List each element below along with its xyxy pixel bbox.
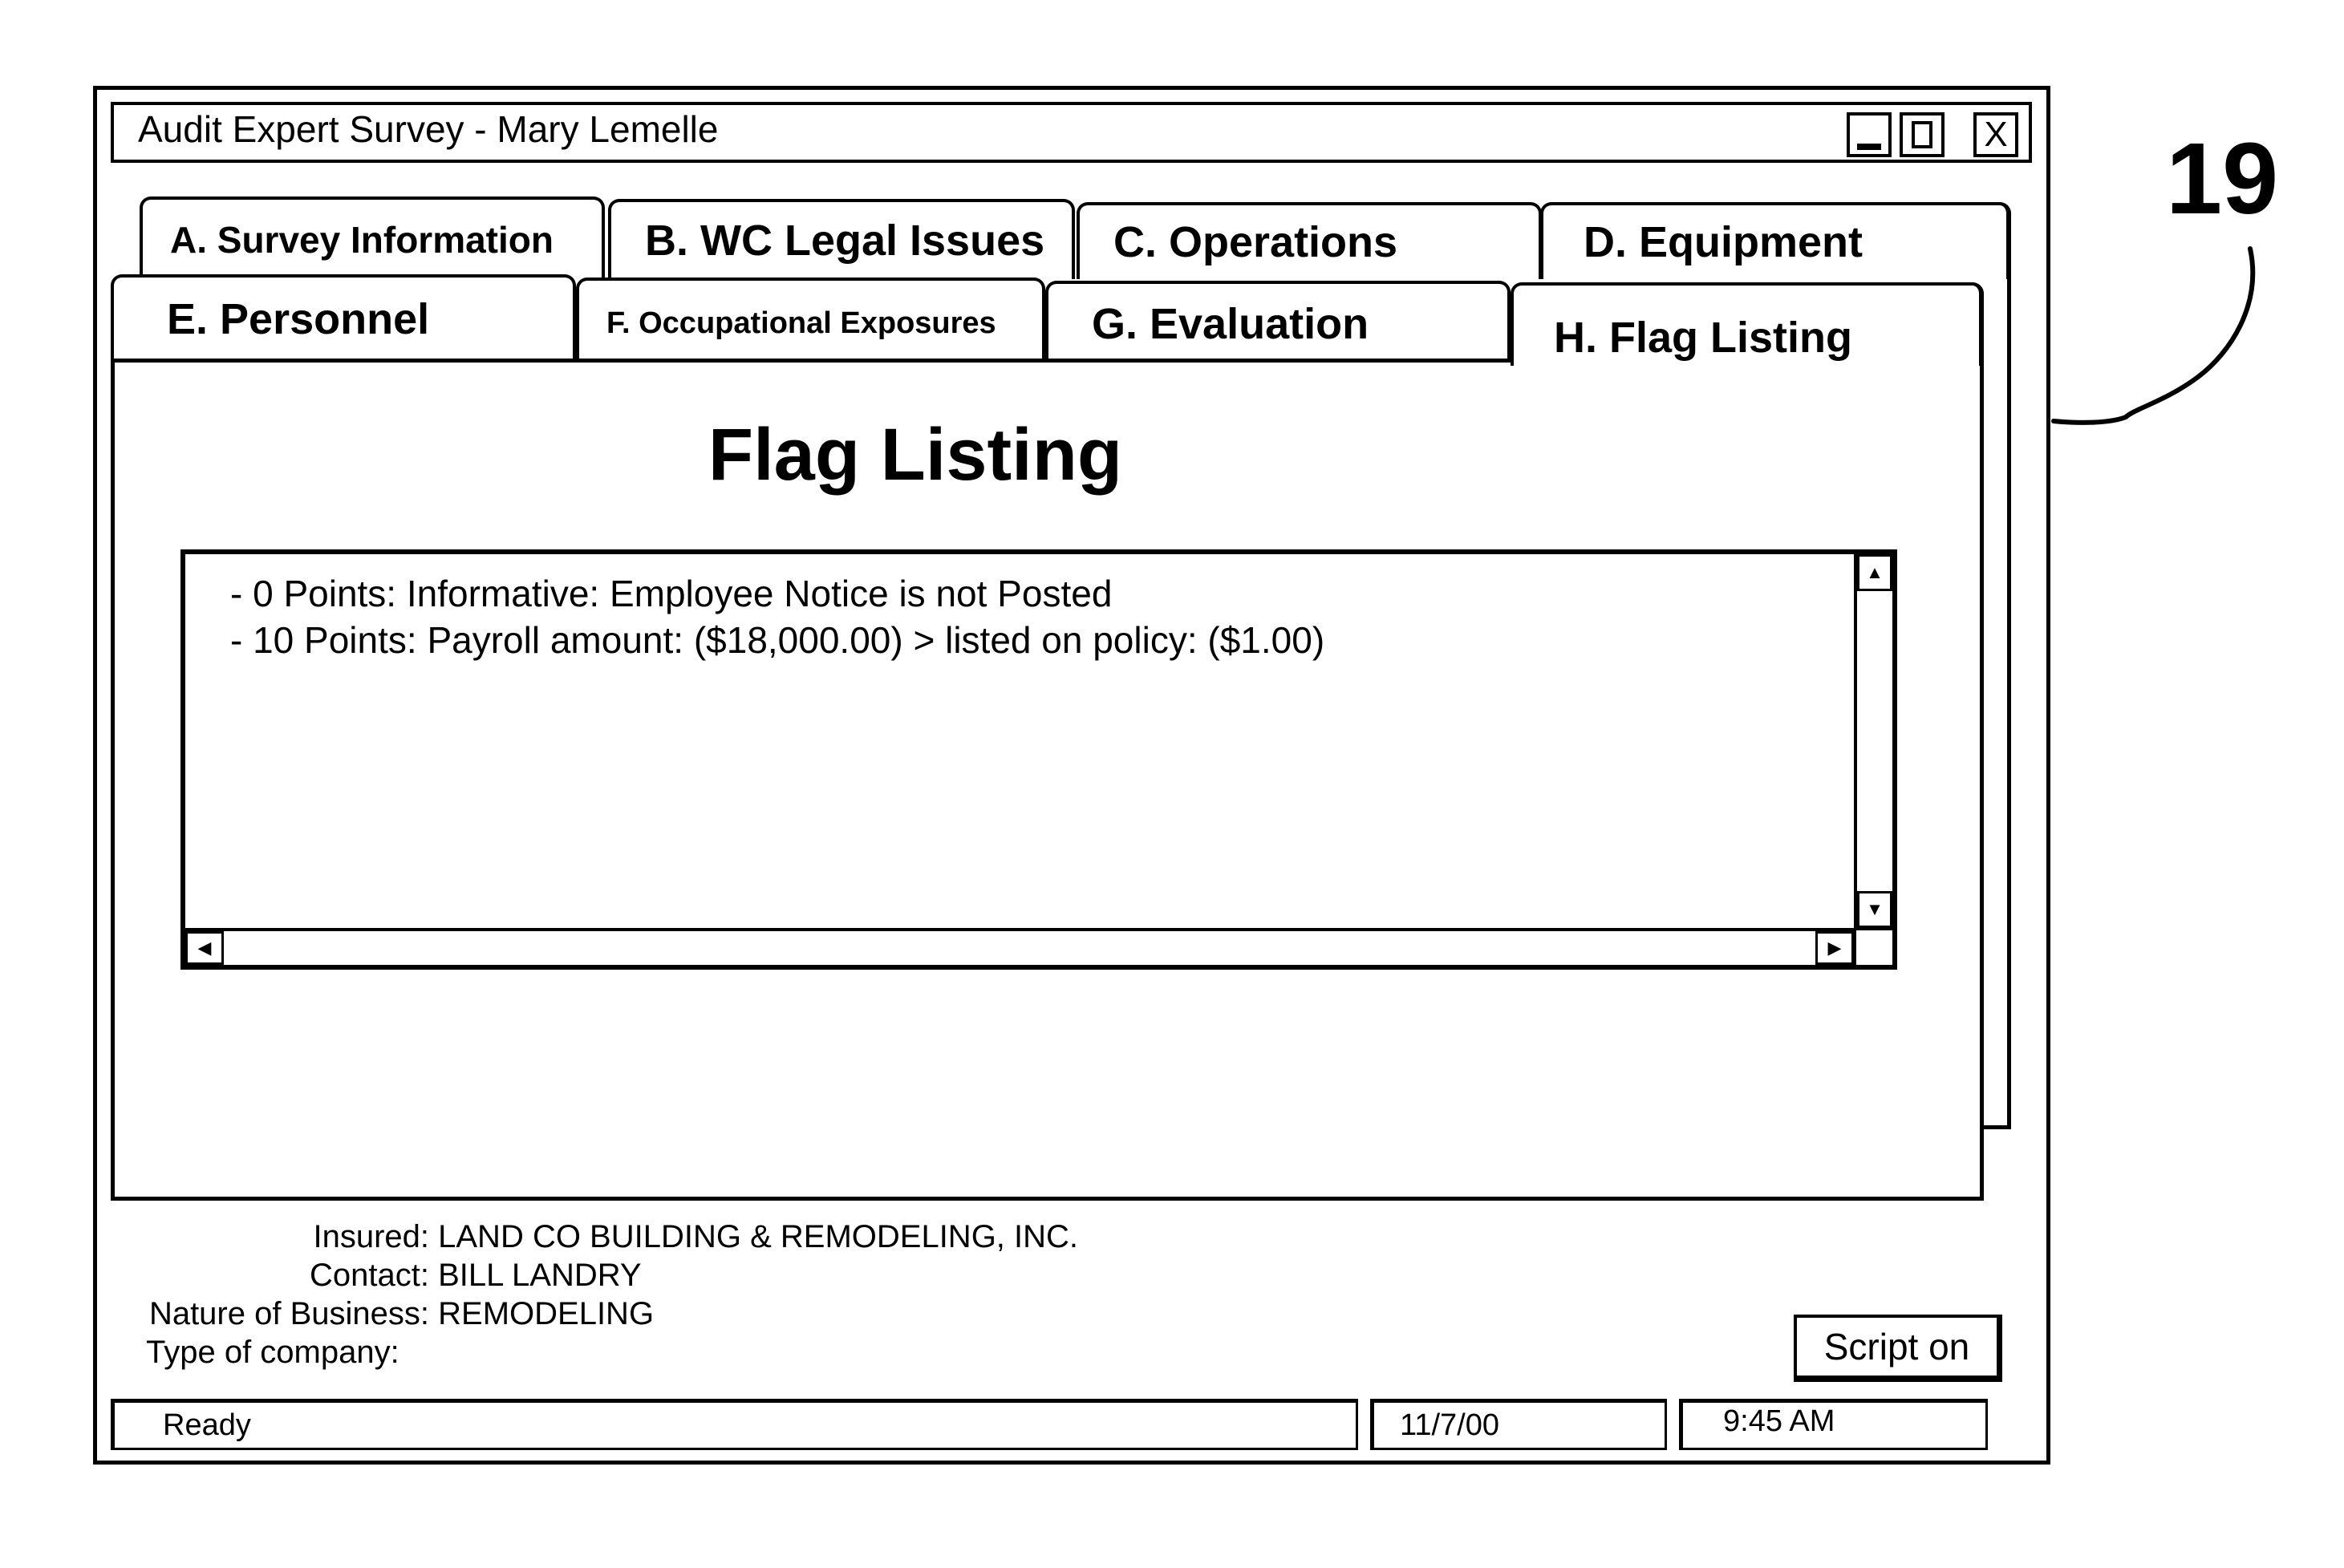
tab-label: E. Personnel <box>167 294 430 343</box>
maximize-icon <box>1912 121 1932 148</box>
contact-label: Contact: <box>310 1258 429 1293</box>
insured-value: LAND CO BUILDING & REMODELING, INC. <box>438 1219 1079 1254</box>
status-text: Ready <box>111 1399 1358 1450</box>
reference-numeral: 19 <box>2166 122 2279 235</box>
page-title: Flag Listing <box>708 414 1123 496</box>
list-item[interactable]: - 10 Points: Payroll amount: ($18,000.00… <box>230 617 1324 663</box>
type-label: Type of company: <box>146 1335 399 1370</box>
panel-top-border <box>111 359 1515 363</box>
tab-personnel[interactable]: E. Personnel <box>111 274 576 360</box>
list-item[interactable]: - 0 Points: Informative: Employee Notice… <box>230 570 1324 617</box>
arrow-up-icon: ▲ <box>1866 562 1884 582</box>
close-icon: X <box>1984 115 2008 154</box>
close-button[interactable]: X <box>1973 112 2018 157</box>
vertical-scrollbar[interactable]: ▲ ▼ <box>1854 554 1892 928</box>
nature-value: REMODELING <box>438 1296 655 1331</box>
nature-label: Nature of Business: <box>148 1296 429 1331</box>
insured-row: Insured: LAND CO BUILDING & REMODELING, … <box>112 1218 1078 1256</box>
horizontal-scrollbar[interactable]: ◀ ▶ <box>185 928 1854 965</box>
flag-list-items: - 0 Points: Informative: Employee Notice… <box>230 570 1324 663</box>
tab-occupational-exposures[interactable]: F. Occupational Exposures <box>576 278 1045 360</box>
scroll-down-button[interactable]: ▼ <box>1857 891 1892 928</box>
insured-label: Insured: <box>313 1219 429 1254</box>
tab-survey-information[interactable]: A. Survey Information <box>140 197 605 280</box>
tab-label: F. Occupational Exposures <box>606 306 996 340</box>
tab-evaluation[interactable]: G. Evaluation <box>1045 281 1511 364</box>
script-on-button[interactable]: Script on <box>1794 1315 2002 1382</box>
scroll-right-button[interactable]: ▶ <box>1815 931 1854 965</box>
arrow-right-icon: ▶ <box>1827 938 1842 958</box>
scroll-left-button[interactable]: ◀ <box>185 931 224 965</box>
type-row: Type of company: <box>112 1333 467 1371</box>
status-date: 11/7/00 <box>1370 1399 1667 1450</box>
tab-equipment[interactable]: D. Equipment <box>1540 202 2011 279</box>
tab-label: D. Equipment <box>1584 218 1863 266</box>
nature-row: Nature of Business: REMODELING <box>112 1295 654 1333</box>
reference-leader-line <box>2051 246 2256 425</box>
window-title: Audit Expert Survey - Mary Lemelle <box>138 108 719 150</box>
tab-wc-legal-issues[interactable]: B. WC Legal Issues <box>608 199 1075 279</box>
arrow-down-icon: ▼ <box>1866 899 1884 919</box>
status-time: 9:45 AM <box>1679 1399 1988 1450</box>
minimize-icon <box>1857 144 1881 150</box>
arrow-left-icon: ◀ <box>197 938 212 958</box>
contact-row: Contact: BILL LANDRY <box>112 1256 642 1295</box>
tab-label: B. WC Legal Issues <box>645 217 1045 265</box>
maximize-button[interactable] <box>1900 112 1945 157</box>
tab-label: G. Evaluation <box>1092 300 1369 348</box>
tab-operations[interactable]: C. Operations <box>1077 202 1542 279</box>
scroll-up-button[interactable]: ▲ <box>1857 554 1892 591</box>
flag-list[interactable]: - 0 Points: Informative: Employee Notice… <box>180 549 1897 970</box>
tab-flag-listing[interactable]: H. Flag Listing <box>1511 282 1984 366</box>
tab-label: A. Survey Information <box>170 219 554 261</box>
contact-value: BILL LANDRY <box>438 1258 642 1293</box>
tab-label: C. Operations <box>1113 218 1398 266</box>
minimize-button[interactable] <box>1847 112 1892 157</box>
tab-label: H. Flag Listing <box>1554 314 1852 362</box>
insured-info: Insured: LAND CO BUILDING & REMODELING, … <box>112 1218 1316 1378</box>
scrollbar-corner <box>1854 928 1892 965</box>
